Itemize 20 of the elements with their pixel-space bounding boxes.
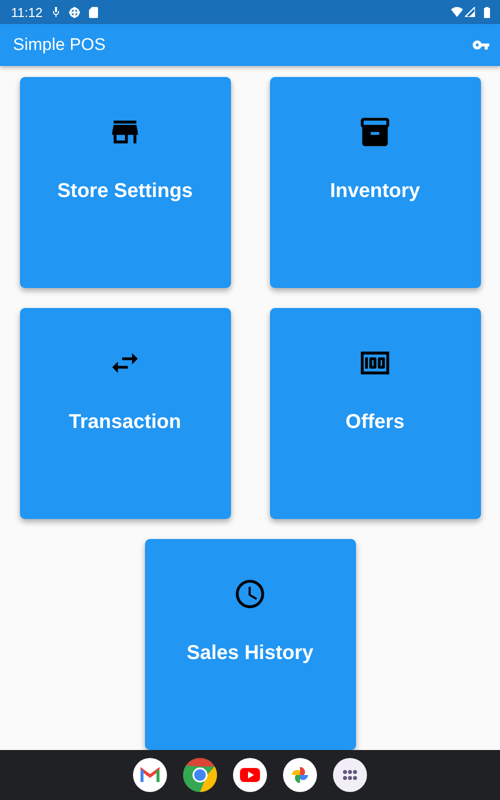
clock-icon bbox=[233, 577, 267, 611]
menu-tile[interactable]: Transaction bbox=[20, 308, 230, 519]
signal-icon bbox=[465, 7, 475, 17]
clock-time: 11:12 bbox=[11, 4, 43, 20]
battery-icon bbox=[484, 6, 490, 18]
archive-box-icon bbox=[358, 115, 392, 149]
wifi-icon bbox=[451, 7, 463, 17]
mail-app-icon[interactable] bbox=[133, 758, 167, 792]
menu-tile[interactable]: Sales History bbox=[144, 539, 356, 750]
mic-icon bbox=[52, 7, 60, 17]
app-grid-icon[interactable] bbox=[333, 758, 367, 792]
browser-app-icon[interactable] bbox=[183, 758, 217, 792]
app-title: Simple POS bbox=[13, 35, 107, 55]
video-app-icon[interactable] bbox=[233, 758, 267, 792]
menu-tile[interactable]: Offers bbox=[270, 308, 480, 519]
menu-tile[interactable]: Store Settings bbox=[20, 77, 230, 288]
menu-tile[interactable]: Inventory bbox=[270, 77, 480, 288]
gear-icon bbox=[68, 6, 80, 18]
pinwheel-app-icon[interactable] bbox=[283, 758, 317, 792]
sd-card-icon bbox=[88, 6, 98, 18]
